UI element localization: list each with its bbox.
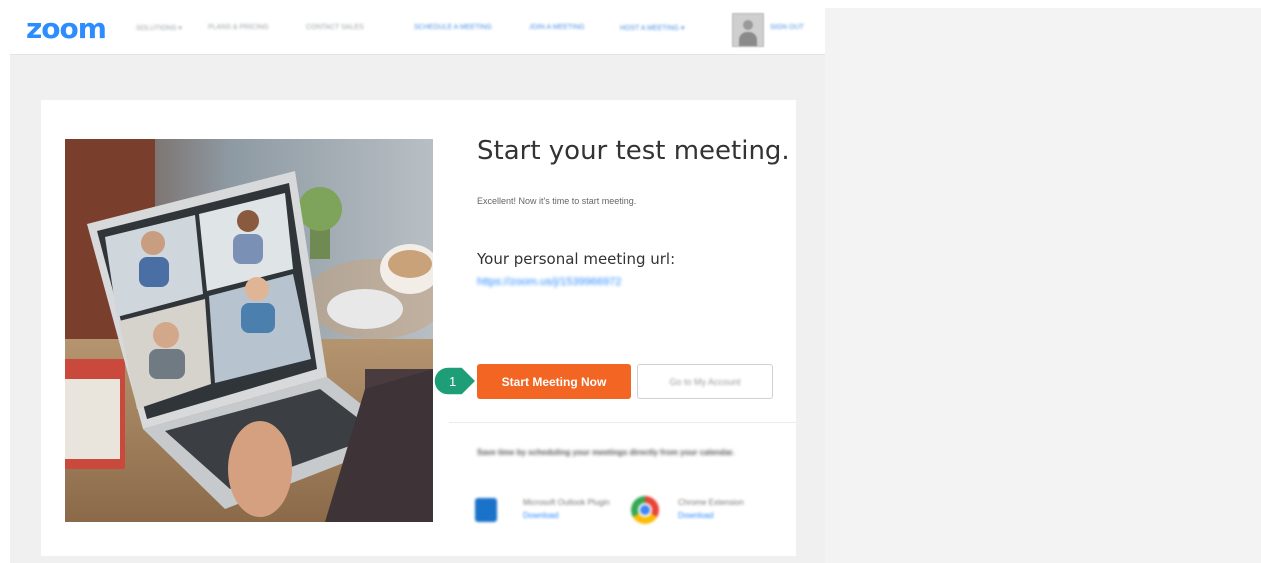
outlook-plugin-info: Microsoft Outlook Plugin Download <box>523 496 618 522</box>
go-to-my-account-button[interactable]: Go to My Account <box>637 364 773 399</box>
chrome-download-link[interactable]: Download <box>678 509 744 522</box>
top-navigation-bar: zoom SOLUTIONS ▾ PLANS & PRICING CONTACT… <box>10 8 825 55</box>
avatar-body <box>739 32 757 46</box>
calendar-promo-text: Save time by scheduling your meetings di… <box>477 448 735 457</box>
chrome-extension-info: Chrome Extension Download <box>678 496 744 522</box>
outlook-download-link[interactable]: Download <box>523 509 618 522</box>
zoom-logo[interactable]: zoom <box>26 12 107 45</box>
nav-contact-sales[interactable]: CONTACT SALES <box>306 24 364 31</box>
outlook-plugin-name: Microsoft Outlook Plugin <box>523 498 610 507</box>
chrome-icon-center <box>638 503 652 517</box>
step-callout-marker: 1 <box>433 366 478 396</box>
chrome-icon <box>631 496 659 524</box>
section-divider <box>449 422 796 423</box>
meeting-url-label: Your personal meeting url: <box>477 250 676 268</box>
nav-plans-pricing[interactable]: PLANS & PRICING <box>208 24 269 31</box>
nav-solutions[interactable]: SOLUTIONS ▾ <box>136 24 182 32</box>
blank-side-panel <box>825 8 1261 563</box>
page-subtitle: Excellent! Now it's time to start meetin… <box>477 196 637 206</box>
chrome-extension-name: Chrome Extension <box>678 498 744 507</box>
test-meeting-card: Start your test meeting. Excellent! Now … <box>41 100 796 556</box>
go-to-my-account-label: Go to My Account <box>669 376 741 387</box>
step-callout-number: 1 <box>449 374 456 389</box>
sign-out-link[interactable]: SIGN OUT <box>770 24 804 31</box>
start-meeting-now-button[interactable]: Start Meeting Now <box>477 364 631 399</box>
nav-host-meeting[interactable]: HOST A MEETING ▾ <box>620 24 684 32</box>
nav-schedule-meeting[interactable]: SCHEDULE A MEETING <box>414 24 492 31</box>
user-avatar[interactable] <box>732 13 764 47</box>
nav-join-meeting[interactable]: JOIN A MEETING <box>529 24 585 31</box>
outlook-icon <box>475 498 497 522</box>
page-title: Start your test meeting. <box>477 136 790 166</box>
laptop-video-call-photo <box>65 139 433 522</box>
avatar-head <box>743 20 753 30</box>
personal-meeting-url-link[interactable]: https://zoom.us/j/1539966972 <box>477 276 621 288</box>
zoom-web-page: zoom SOLUTIONS ▾ PLANS & PRICING CONTACT… <box>10 8 825 563</box>
